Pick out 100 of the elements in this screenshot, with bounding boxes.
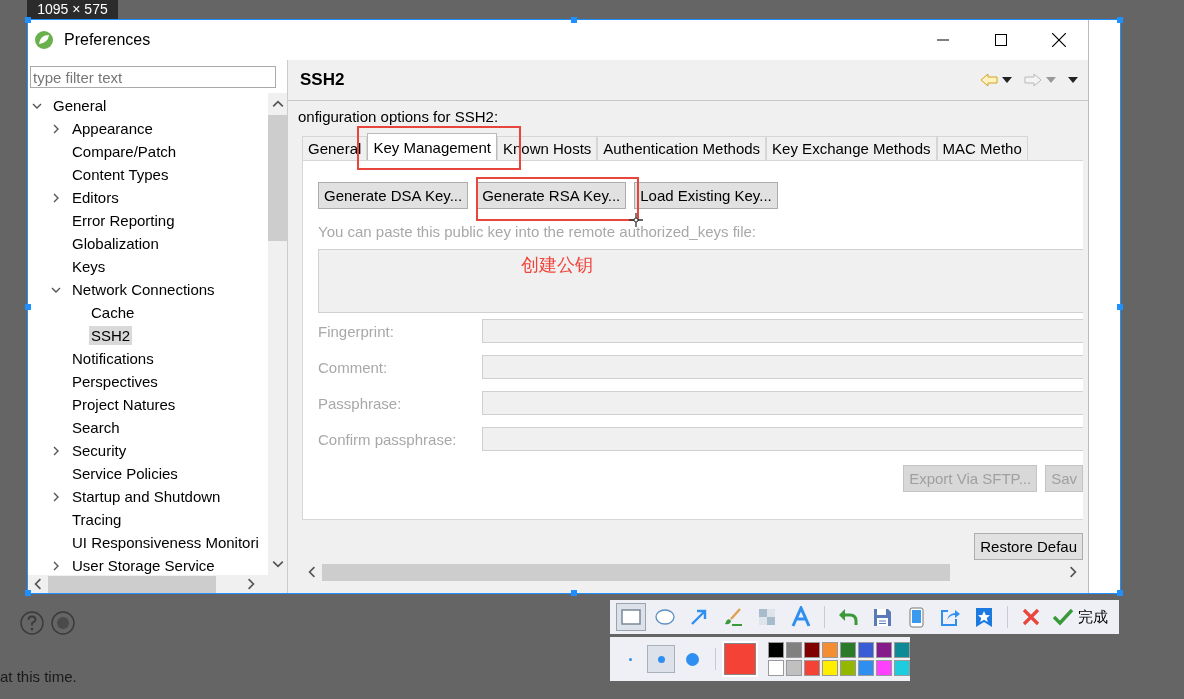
background-text: at this time. [0,668,77,685]
resize-handle[interactable] [1117,17,1123,23]
resize-handle[interactable] [1117,590,1123,596]
leaf-logo-icon [34,30,54,50]
input-field[interactable] [482,355,1083,379]
forward-arrow-icon[interactable] [1024,73,1042,87]
scrollbar-thumb[interactable] [322,563,950,581]
key-button[interactable]: Load Existing Key... [634,182,778,209]
expand-chevron-icon[interactable] [51,445,61,456]
filter-field[interactable]: type filter text [30,66,276,88]
tree-item[interactable]: Globalization [70,234,161,253]
tree-item[interactable]: General [51,96,109,115]
tree-item[interactable]: Perspectives [70,372,160,391]
tab[interactable]: Key Management [367,133,497,160]
key-button[interactable]: Generate RSA Key... [476,182,627,209]
color-swatch[interactable] [768,660,784,676]
expand-chevron-icon[interactable] [51,491,61,502]
tree-item[interactable]: Notifications [70,349,156,368]
brush-size-button[interactable] [647,645,675,673]
star-bookmark-icon [973,606,995,628]
scroll-left-icon[interactable] [306,566,318,578]
tree-item[interactable]: Appearance [70,119,155,138]
rectangle-tool[interactable] [616,603,646,631]
current-color-swatch[interactable] [724,643,756,675]
letter-icon [790,606,812,628]
resize-handle[interactable] [571,590,577,596]
rectangle-icon [620,606,642,628]
page-title: SSH2 [300,70,346,90]
key-button[interactable]: Generate DSA Key... [318,182,469,209]
tree-item[interactable]: Service Policies [70,464,180,483]
color-swatch[interactable] [876,660,892,676]
tab[interactable]: Authentication Methods [597,136,767,160]
tree-item[interactable]: Network Connections [70,280,217,299]
resize-handle[interactable] [25,590,31,596]
scrollbar-thumb[interactable] [48,575,216,593]
expand-chevron-icon[interactable] [51,560,61,571]
color-swatch[interactable] [822,660,838,676]
checkmark-icon [1052,606,1074,628]
tree-item[interactable]: UI Responsiveness Monitori [70,533,261,552]
input-field[interactable] [482,427,1083,451]
tree-item[interactable]: Cache [89,303,137,322]
field-label: Passphrase: [318,394,403,412]
menu-caret-icon[interactable] [1068,77,1078,83]
page-description: onfiguration options for SSH2: [298,108,500,125]
tree-item[interactable]: SSH2 [89,326,133,345]
selection-size-label: 1095 × 575 [27,0,118,19]
tree-item[interactable]: Content Types [70,165,171,184]
color-swatch[interactable] [876,642,892,658]
tab[interactable]: MAC Metho [936,136,1028,160]
color-swatch[interactable] [768,642,784,658]
field-label: Fingerprint: [318,322,395,340]
annotation-text: 创建公钥 [521,254,593,277]
window-title: Preferences [64,31,152,49]
color-swatch[interactable] [840,660,856,676]
restore-defaults-button[interactable]: Restore Defau [974,533,1083,560]
tab[interactable]: Key Exchange Methods [766,136,937,160]
brush-icon [722,606,744,628]
resize-handle[interactable] [25,17,31,23]
color-swatch[interactable] [804,642,820,658]
done-button[interactable]: 完成 [1050,603,1110,631]
color-swatch[interactable] [786,660,802,676]
expand-chevron-icon[interactable] [51,192,61,203]
resize-handle[interactable] [25,304,31,310]
caret-icon[interactable] [1002,77,1012,83]
field-label: Confirm passphrase: [318,430,458,448]
color-swatch[interactable] [804,660,820,676]
tree-item[interactable]: Error Reporting [70,211,177,230]
color-swatch[interactable] [894,642,910,658]
color-swatch[interactable] [840,642,856,658]
scrollbar-thumb[interactable] [268,115,287,241]
color-swatch[interactable] [894,660,910,676]
input-field[interactable] [482,391,1083,415]
color-swatch[interactable] [858,660,874,676]
tree-item[interactable]: Search [70,418,122,437]
color-swatch[interactable] [786,642,802,658]
scroll-right-icon[interactable] [245,578,257,590]
ellipse-icon [654,606,676,628]
tree-item[interactable]: Tracing [70,510,124,529]
close-icon [1020,606,1042,628]
maximize-icon [995,34,1007,46]
color-swatch[interactable] [822,642,838,658]
tree-item[interactable]: Keys [70,257,108,276]
tree-item[interactable]: Compare/Patch [70,142,179,161]
capture-selection[interactable] [28,20,1120,593]
resize-handle[interactable] [1117,304,1123,310]
resize-handle[interactable] [571,17,577,23]
scroll-down-icon[interactable] [271,558,284,570]
expand-chevron-icon[interactable] [51,123,61,134]
tree-item[interactable]: Project Natures [70,395,178,414]
scroll-right-icon[interactable] [1067,566,1079,578]
record-icon [51,611,75,635]
color-swatch[interactable] [858,642,874,658]
tree-item[interactable]: Startup and Shutdown [70,487,223,506]
checker-icon [756,606,778,628]
tree-item[interactable]: Editors [70,188,121,207]
scroll-left-icon[interactable] [32,578,44,590]
tree-item[interactable]: Security [70,441,129,460]
input-field[interactable] [482,319,1083,343]
scroll-up-icon[interactable] [271,98,284,110]
tree-item[interactable]: User Storage Service [70,556,217,575]
